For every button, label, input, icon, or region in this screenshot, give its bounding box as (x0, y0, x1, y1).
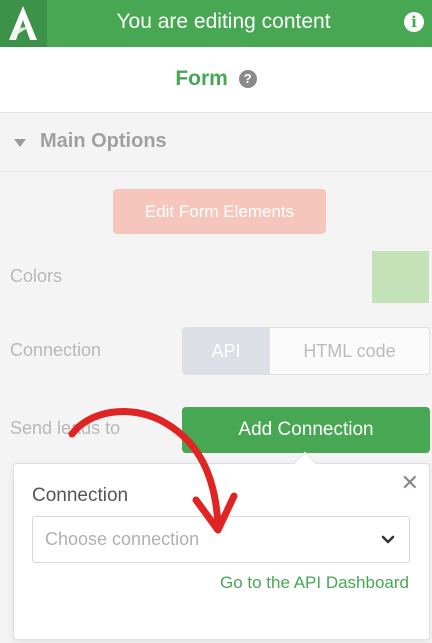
close-icon[interactable]: ✕ (401, 472, 419, 494)
form-title-text: Form (175, 67, 228, 90)
connection-option-api[interactable]: API (183, 328, 269, 374)
connection-popup: ✕ Connection Choose connection Go to the… (13, 451, 430, 640)
chevron-down-icon (381, 535, 395, 544)
popup-arrow (293, 451, 317, 475)
editing-banner-title: You are editing content (116, 10, 331, 33)
info-icon[interactable]: i (404, 12, 424, 32)
connection-select[interactable]: Choose connection (32, 516, 410, 563)
brand-logo[interactable] (0, 0, 47, 47)
form-header: Form ? (0, 47, 432, 113)
colors-label: Colors (10, 266, 63, 286)
connection-option-html[interactable]: HTML code (269, 328, 429, 374)
send-leads-label: Send leads to (10, 418, 121, 438)
popup-connection-label: Connection (32, 485, 129, 506)
connection-type-toggle: API HTML code (182, 327, 430, 375)
color-swatch[interactable] (372, 251, 429, 303)
logo-icon (9, 6, 37, 40)
question-icon[interactable]: ? (238, 70, 257, 88)
caret-down-icon (14, 139, 26, 147)
section-title: Main Options (40, 130, 167, 152)
api-dashboard-link[interactable]: Go to the API Dashboard (220, 573, 409, 593)
edit-form-elements-button[interactable]: Edit Form Elements (113, 189, 326, 234)
top-bar: You are editing content i (0, 0, 432, 47)
page-title: Form ? (0, 67, 432, 91)
add-connection-button[interactable]: Add Connection (182, 407, 430, 453)
connection-label: Connection (10, 340, 102, 360)
select-placeholder: Choose connection (45, 529, 200, 549)
main-options-header[interactable]: Main Options (0, 114, 432, 172)
